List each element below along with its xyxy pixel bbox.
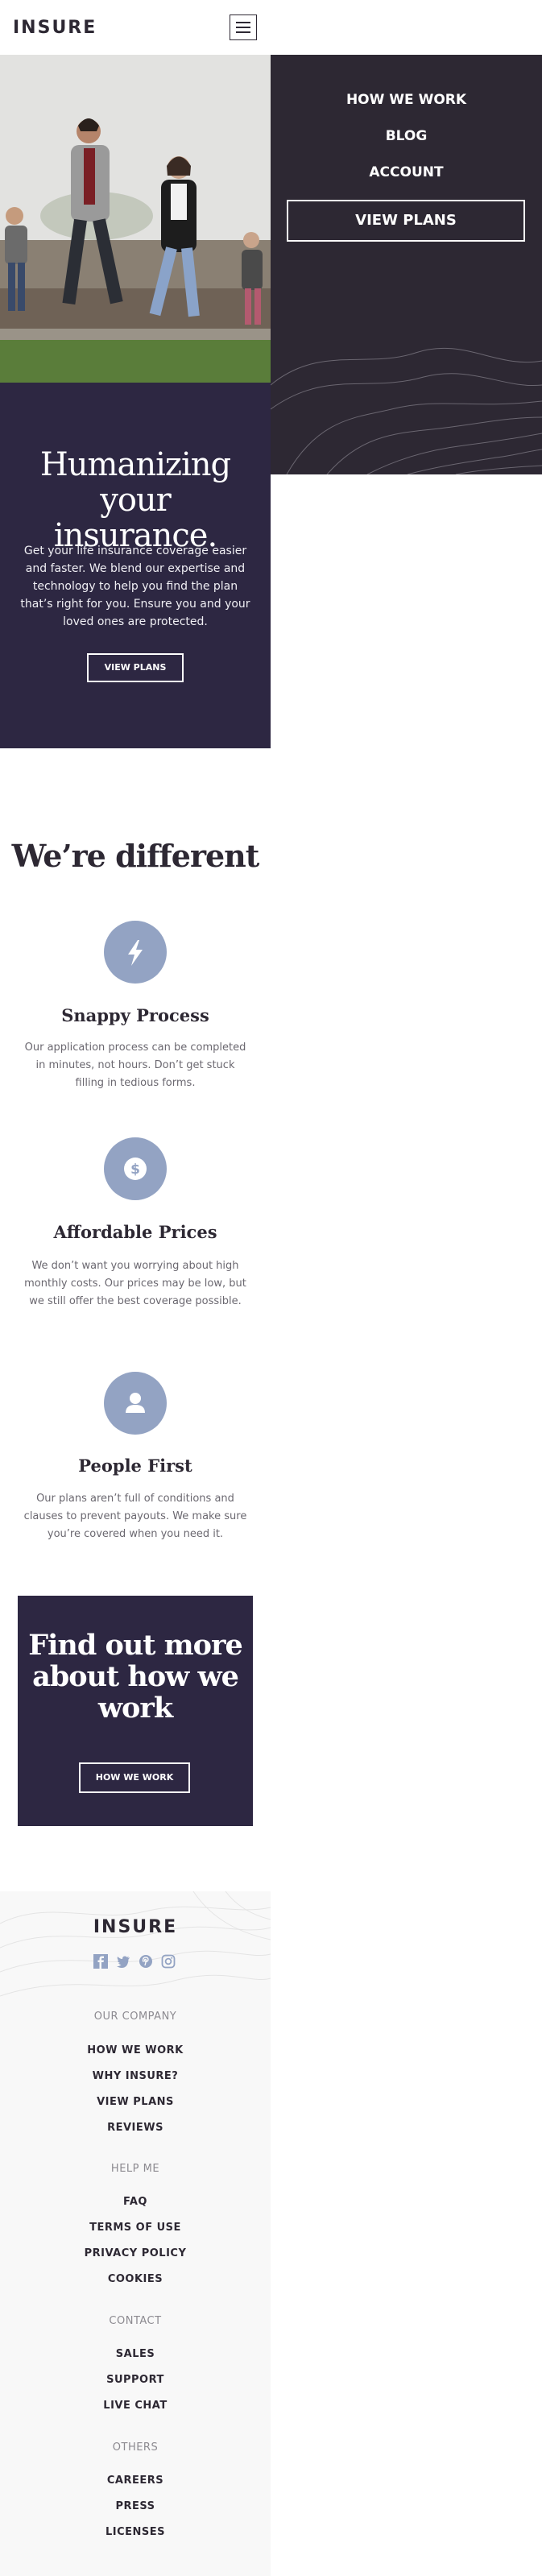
facebook-icon[interactable] [93,1954,108,1969]
hero-title: Humanizing your insurance. [39,446,231,554]
footer-link-privacy-policy[interactable]: PRIVACY POLICY [0,2247,271,2259]
footer-link-reviews[interactable]: REVIEWS [0,2122,271,2134]
svg-text:$: $ [130,1162,140,1178]
footer-link-careers[interactable]: CAREERS [0,2475,271,2487]
footer-heading-others: OTHERS [112,2441,159,2454]
footer-link-press[interactable]: PRESS [0,2500,271,2512]
mobile-nav-menu: HOW WE WORK BLOG ACCOUNT VIEW PLANS [271,55,542,474]
twitter-icon[interactable] [116,1954,130,1969]
footer-link-faq[interactable]: FAQ [0,2196,271,2208]
footer-link-sales[interactable]: SALES [0,2348,271,2360]
logo[interactable]: INSURE [13,18,97,38]
feature-title-affordable-prices: Affordable Prices [53,1222,217,1242]
footer-link-how-we-work[interactable]: HOW WE WORK [0,2044,271,2056]
footer-heading-contact: CONTACT [109,2315,162,2327]
view-plans-button[interactable]: VIEW PLANS [87,653,184,682]
dollar-icon: $ [104,1137,167,1200]
lightning-icon [104,921,167,984]
footer-logo[interactable]: INSURE [0,1917,271,1937]
footer-link-cookies[interactable]: COOKIES [0,2273,271,2285]
wave-pattern [271,347,542,474]
footer-link-terms-of-use[interactable]: TERMS OF USE [0,2222,271,2234]
nav-link-how-we-work[interactable]: HOW WE WORK [271,92,542,108]
feature-text-people-first: Our plans aren’t full of conditions and … [23,1493,247,1540]
hero-panel: Humanizing your insurance. Get your life… [0,383,271,748]
site-header: INSURE [0,0,542,55]
how-we-work-cta: Find out more about how we work HOW WE W… [18,1596,253,1826]
hero-description: Get your life insurance coverage easier … [20,545,250,628]
footer-heading-our-company: OUR COMPANY [93,2011,177,2023]
pinterest-icon[interactable] [139,1954,153,1969]
feature-title-people-first: People First [78,1456,192,1476]
footer-link-support[interactable]: SUPPORT [0,2374,271,2386]
hero-family-photo [0,55,271,383]
footer-link-view-plans[interactable]: VIEW PLANS [0,2096,271,2108]
nav-link-blog[interactable]: BLOG [271,128,542,144]
footer-link-why-insure[interactable]: WHY INSURE? [0,2070,271,2082]
footer-link-live-chat[interactable]: LIVE CHAT [0,2400,271,2412]
footer-heading-help-me: HELP ME [110,2163,160,2175]
instagram-icon[interactable] [161,1954,176,1969]
how-we-work-button[interactable]: HOW WE WORK [79,1762,190,1793]
different-section-title: We’re different [11,838,260,874]
feature-text-snappy-process: Our application process can be completed… [24,1042,246,1089]
person-icon [104,1372,167,1435]
feature-text-affordable-prices: We don’t want you worrying about high mo… [24,1260,246,1307]
cta-title: Find out more about how we work [28,1629,242,1725]
site-footer: INSURE OUR COMPANY HOW WE WORK WHY INSUR… [0,1891,271,2576]
hamburger-menu-button[interactable] [230,14,257,40]
footer-wave-pattern [0,1891,271,1997]
feature-title-snappy-process: Snappy Process [61,1005,209,1025]
nav-view-plans-button[interactable]: VIEW PLANS [287,200,525,242]
footer-link-licenses[interactable]: LICENSES [0,2526,271,2538]
nav-link-account[interactable]: ACCOUNT [271,164,542,180]
